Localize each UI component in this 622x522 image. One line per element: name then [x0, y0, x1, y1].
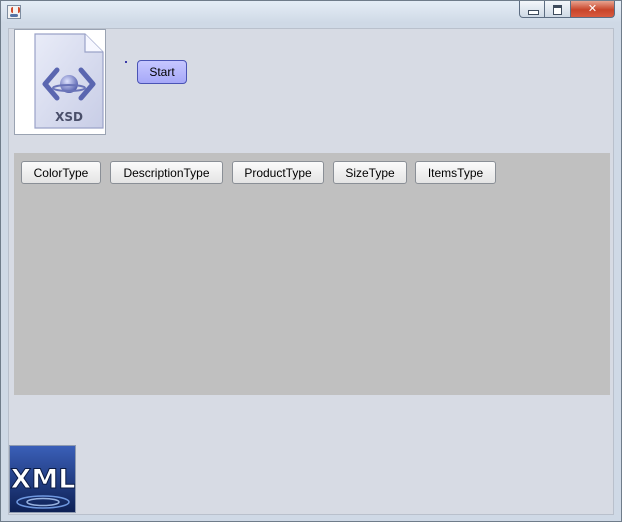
- xml-logo-text: XML: [11, 464, 76, 495]
- items-type-button[interactable]: ItemsType: [415, 161, 496, 184]
- minimize-icon[interactable]: [519, 1, 545, 18]
- product-type-button[interactable]: ProductType: [232, 161, 324, 184]
- status-dot: [125, 61, 127, 63]
- xml-logo-graphic: XML: [10, 446, 76, 512]
- app-window: XSD Start ColorType DescriptionType Prod…: [0, 0, 622, 522]
- color-type-button[interactable]: ColorType: [21, 161, 101, 184]
- title-bar[interactable]: [1, 1, 621, 25]
- xsd-document-icon: XSD: [34, 33, 104, 129]
- xsd-file-icon: XSD: [14, 29, 106, 135]
- size-type-button[interactable]: SizeType: [333, 161, 407, 184]
- xml-logo-icon: XML: [9, 445, 76, 513]
- xsd-label: XSD: [55, 110, 83, 124]
- window-controls: [519, 1, 615, 19]
- main-content: XSD Start ColorType DescriptionType Prod…: [8, 28, 614, 515]
- start-button[interactable]: Start: [137, 60, 187, 84]
- description-type-button[interactable]: DescriptionType: [110, 161, 223, 184]
- types-panel: ColorType DescriptionType ProductType Si…: [14, 153, 610, 395]
- close-icon[interactable]: [571, 1, 615, 18]
- java-app-icon[interactable]: [7, 5, 21, 19]
- maximize-icon[interactable]: [545, 1, 571, 18]
